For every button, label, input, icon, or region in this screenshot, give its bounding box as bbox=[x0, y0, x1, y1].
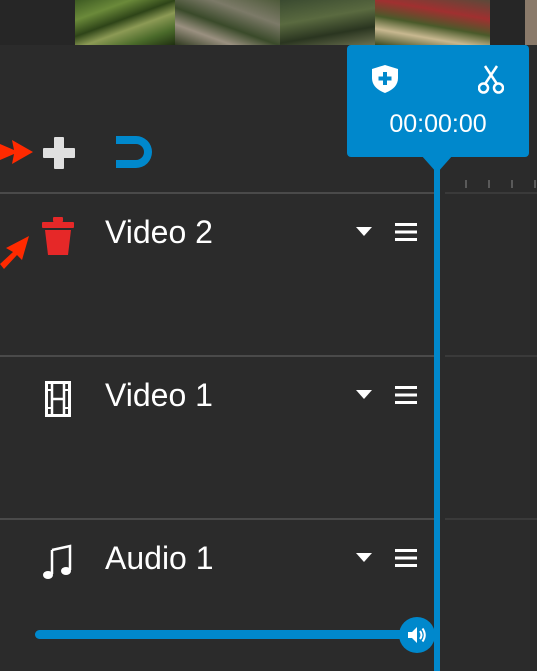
speaker-icon bbox=[408, 627, 426, 643]
track-lane-video-2[interactable] bbox=[445, 192, 537, 355]
track-name: Video 2 bbox=[105, 214, 213, 250]
playhead-handle[interactable] bbox=[347, 45, 529, 157]
track-lane-video-1[interactable] bbox=[445, 355, 537, 518]
ruler-tick bbox=[534, 180, 536, 188]
ruler-tick bbox=[465, 180, 467, 188]
track-type-icon bbox=[38, 379, 78, 419]
playhead-line[interactable] bbox=[434, 160, 440, 671]
track-type-icon bbox=[38, 542, 78, 582]
playhead-pointer bbox=[421, 155, 453, 173]
track-row-video-1[interactable]: Video 1 bbox=[0, 355, 440, 518]
ruler-tick bbox=[488, 180, 490, 188]
video-thumbnail bbox=[375, 0, 490, 45]
plus-icon bbox=[43, 137, 75, 169]
track-row-video-2[interactable]: Video 2 bbox=[0, 192, 440, 355]
ruler-tick bbox=[511, 180, 513, 188]
caret-down-icon[interactable] bbox=[355, 548, 373, 566]
thumbnail-gap bbox=[490, 0, 525, 45]
trash-icon bbox=[42, 217, 74, 255]
magnet-icon bbox=[116, 136, 152, 168]
delete-track-button[interactable] bbox=[38, 216, 78, 256]
volume-slider-handle[interactable] bbox=[399, 617, 435, 653]
hamburger-menu-icon[interactable] bbox=[393, 383, 419, 407]
video-thumbnail bbox=[75, 0, 175, 45]
volume-slider[interactable] bbox=[35, 630, 415, 639]
track-lane-audio-1[interactable] bbox=[445, 518, 537, 671]
video-thumbnail bbox=[280, 0, 375, 45]
track-row-audio-1[interactable]: Audio 1 bbox=[0, 518, 440, 671]
caret-down-icon[interactable] bbox=[355, 385, 373, 403]
annotation-arrow-icon bbox=[0, 236, 29, 269]
add-track-button[interactable] bbox=[40, 137, 78, 169]
annotation-arrow-icon bbox=[0, 140, 33, 164]
shield-plus-icon[interactable] bbox=[371, 64, 399, 94]
film-icon bbox=[45, 381, 71, 417]
playhead-timecode: 00:00:00 bbox=[389, 110, 487, 138]
music-note-icon bbox=[43, 544, 72, 579]
video-thumbnail-strip bbox=[0, 0, 537, 45]
snap-toggle-button[interactable] bbox=[114, 132, 158, 172]
hamburger-menu-icon[interactable] bbox=[393, 546, 419, 570]
timeline-ruler[interactable] bbox=[445, 180, 537, 192]
track-name: Audio 1 bbox=[105, 540, 214, 576]
scissors-icon[interactable] bbox=[478, 64, 504, 94]
track-name: Video 1 bbox=[105, 377, 213, 413]
caret-down-icon[interactable] bbox=[355, 222, 373, 240]
video-thumbnail bbox=[525, 0, 537, 45]
video-thumbnail bbox=[175, 0, 280, 45]
hamburger-menu-icon[interactable] bbox=[393, 220, 419, 244]
